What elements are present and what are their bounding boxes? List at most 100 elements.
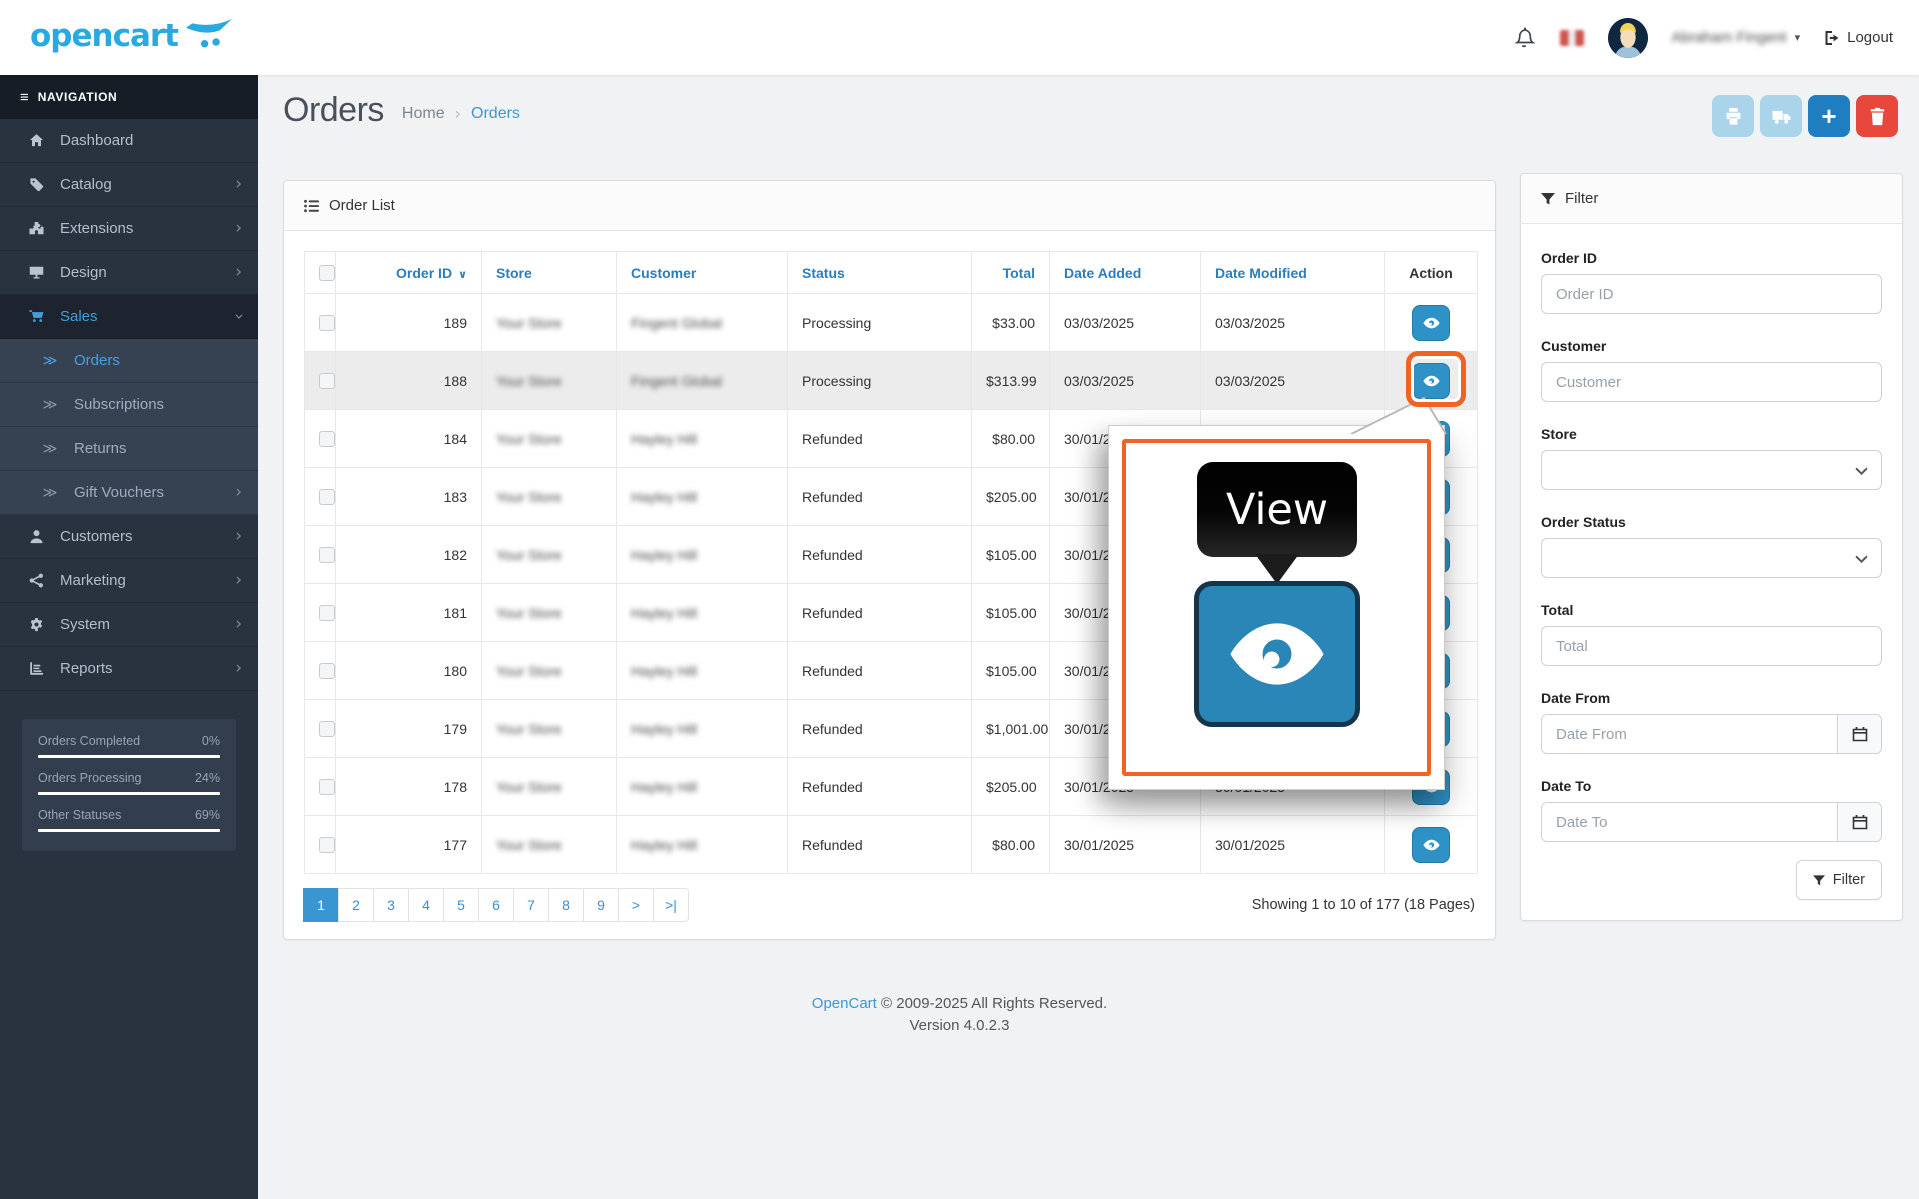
- store-cell: Your Store: [496, 489, 562, 505]
- select-all-checkbox[interactable]: [319, 265, 335, 281]
- customer-cell: Hayley Hill: [631, 489, 697, 505]
- order-stats-box: Orders Completed 0% Orders Processing 24…: [22, 719, 236, 851]
- sidebar-item[interactable]: Sales ›: [0, 295, 258, 339]
- customer-cell: Fingent Global: [631, 373, 722, 389]
- puzzle-icon: [26, 221, 46, 236]
- sidebar-item-label: Catalog: [60, 176, 112, 193]
- toolbar-button[interactable]: [1760, 95, 1802, 137]
- user-menu[interactable]: Abraham Fingent ▾: [1672, 29, 1801, 46]
- status-cell: Refunded: [788, 468, 972, 526]
- customer-cell: Hayley Hill: [631, 721, 697, 737]
- date-from-calendar-button[interactable]: [1837, 715, 1881, 753]
- sidebar-item-label: Orders: [74, 352, 120, 369]
- sidebar-item[interactable]: Reports ›: [0, 647, 258, 691]
- row-checkbox[interactable]: [319, 837, 335, 853]
- row-checkbox[interactable]: [319, 721, 335, 737]
- sidebar-item[interactable]: Design ›: [0, 251, 258, 295]
- sidebar-item[interactable]: ≫ Returns: [0, 427, 258, 471]
- sidebar-item-label: Extensions: [60, 220, 133, 237]
- row-checkbox[interactable]: [319, 663, 335, 679]
- page-button[interactable]: 8: [548, 888, 584, 922]
- column-status[interactable]: Status: [802, 265, 845, 281]
- stat-value: 0%: [202, 734, 220, 748]
- sidebar-item[interactable]: ≫ Gift Vouchers ›: [0, 471, 258, 515]
- row-checkbox[interactable]: [319, 605, 335, 621]
- page-button[interactable]: 3: [373, 888, 409, 922]
- view-order-button[interactable]: [1412, 827, 1450, 863]
- row-checkbox[interactable]: [319, 489, 335, 505]
- filter-date-to-input[interactable]: [1542, 803, 1837, 841]
- row-checkbox[interactable]: [319, 779, 335, 795]
- notifications-bell-icon[interactable]: [1512, 26, 1536, 49]
- order-id-cell: 189: [336, 294, 482, 352]
- column-order-id[interactable]: Order ID: [396, 265, 452, 281]
- store-cell: Your Store: [496, 779, 562, 795]
- toolbar-button[interactable]: [1856, 95, 1898, 137]
- user-avatar[interactable]: [1608, 18, 1648, 58]
- date-added-cell: 03/03/2025: [1050, 294, 1201, 352]
- store-cell: Your Store: [496, 721, 562, 737]
- stat-row: Orders Processing 24%: [38, 771, 220, 795]
- sidebar-item[interactable]: Catalog ›: [0, 163, 258, 207]
- page-button[interactable]: 9: [583, 888, 619, 922]
- total-cell: $105.00: [972, 584, 1050, 642]
- filter-store-select[interactable]: [1541, 450, 1882, 490]
- stat-value: 24%: [195, 771, 220, 785]
- row-checkbox[interactable]: [319, 547, 335, 563]
- row-checkbox[interactable]: [319, 373, 335, 389]
- date-to-calendar-button[interactable]: [1837, 803, 1881, 841]
- column-date-modified[interactable]: Date Modified: [1215, 265, 1307, 281]
- date-modified-cell: 03/03/2025: [1201, 294, 1385, 352]
- sidebar-item[interactable]: Marketing ›: [0, 559, 258, 603]
- opencart-logo[interactable]: opencart: [30, 16, 232, 56]
- status-cell: Refunded: [788, 758, 972, 816]
- row-checkbox[interactable]: [319, 431, 335, 447]
- trash-icon: [1868, 107, 1887, 126]
- total-cell: $1,001.00: [972, 700, 1050, 758]
- filter-date-to-label: Date To: [1541, 778, 1882, 794]
- page-button[interactable]: 6: [478, 888, 514, 922]
- toolbar-button[interactable]: +: [1808, 95, 1850, 137]
- page-button[interactable]: 5: [443, 888, 479, 922]
- filter-order-id-input[interactable]: [1541, 274, 1882, 314]
- filter-date-from-input[interactable]: [1542, 715, 1837, 753]
- sidebar-menu: Dashboard Catalog › Extensions › Design …: [0, 119, 258, 691]
- toolbar-button[interactable]: [1712, 95, 1754, 137]
- column-total[interactable]: Total: [1003, 265, 1035, 281]
- order-id-cell: 179: [336, 700, 482, 758]
- row-checkbox[interactable]: [319, 315, 335, 331]
- customer-cell: Fingent Global: [631, 315, 722, 331]
- page-button[interactable]: 4: [408, 888, 444, 922]
- sidebar-item[interactable]: ≫ Subscriptions: [0, 383, 258, 427]
- filter-submit-button[interactable]: Filter: [1796, 860, 1882, 900]
- sidebar-item[interactable]: Extensions ›: [0, 207, 258, 251]
- page-button[interactable]: >: [618, 888, 654, 922]
- column-customer[interactable]: Customer: [631, 265, 696, 281]
- order-id-cell: 182: [336, 526, 482, 584]
- filter-total-input[interactable]: [1541, 626, 1882, 666]
- filter-customer-input[interactable]: [1541, 362, 1882, 402]
- sidebar-item[interactable]: Dashboard: [0, 119, 258, 163]
- view-order-button[interactable]: [1412, 305, 1450, 341]
- sidebar-item[interactable]: System ›: [0, 603, 258, 647]
- column-store[interactable]: Store: [496, 265, 532, 281]
- column-date-added[interactable]: Date Added: [1064, 265, 1141, 281]
- filter-order-status-select[interactable]: [1541, 538, 1882, 578]
- chevron-icon: ›: [235, 660, 242, 677]
- page-button[interactable]: 2: [338, 888, 374, 922]
- page-button[interactable]: 7: [513, 888, 549, 922]
- page-button[interactable]: >|: [653, 888, 689, 922]
- language-flag-icon[interactable]: [1560, 30, 1584, 46]
- user-caret-down-icon: ▾: [1795, 31, 1801, 44]
- table-row: 177 Your Store Hayley Hill Refunded $80.…: [305, 816, 1478, 874]
- logout-button[interactable]: Logout: [1824, 29, 1893, 46]
- opencart-footer-link[interactable]: OpenCart: [812, 995, 877, 1012]
- total-cell: $80.00: [972, 410, 1050, 468]
- breadcrumb-current-link[interactable]: Orders: [471, 105, 520, 123]
- sidebar-item[interactable]: ≫ Orders: [0, 339, 258, 383]
- page-button[interactable]: 1: [303, 888, 339, 922]
- breadcrumb-home-link[interactable]: Home: [402, 105, 445, 123]
- total-cell: $105.00: [972, 526, 1050, 584]
- sidebar-item[interactable]: Customers ›: [0, 515, 258, 559]
- funnel-icon: [1541, 193, 1555, 205]
